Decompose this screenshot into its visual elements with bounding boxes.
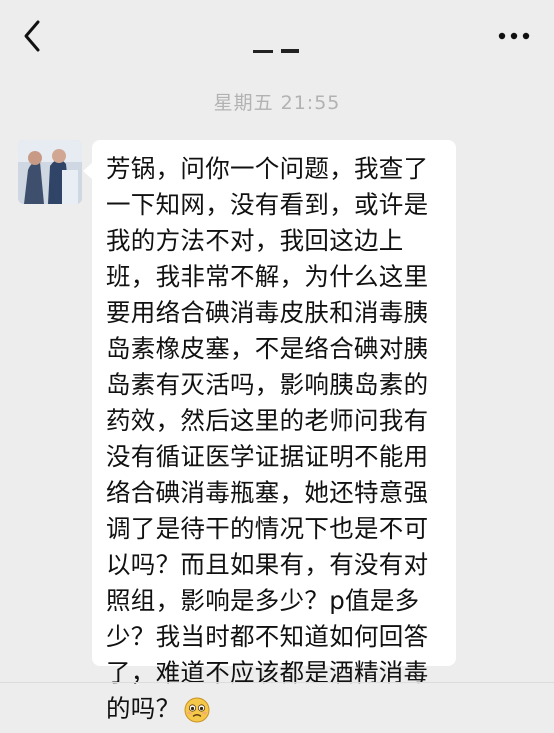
message-bubble[interactable]: 芳锅，问你一个问题，我查了一下知网，没有看到，或许是我的方法不对，我回这边上班，… <box>83 140 456 723</box>
top-bar <box>0 0 554 72</box>
message-text: 芳锅，问你一个问题，我查了一下知网，没有看到，或许是我的方法不对，我回这边上班，… <box>106 151 444 733</box>
message-timestamp: 星期五 21:55 <box>213 92 341 114</box>
back-button[interactable] <box>18 16 48 56</box>
avatar[interactable] <box>18 140 82 204</box>
chat-title-redacted <box>251 40 301 53</box>
more-options-button[interactable] <box>494 22 534 50</box>
chevron-left-icon <box>24 20 40 52</box>
worried-face-icon <box>184 697 210 733</box>
more-dots-icon <box>498 32 530 40</box>
